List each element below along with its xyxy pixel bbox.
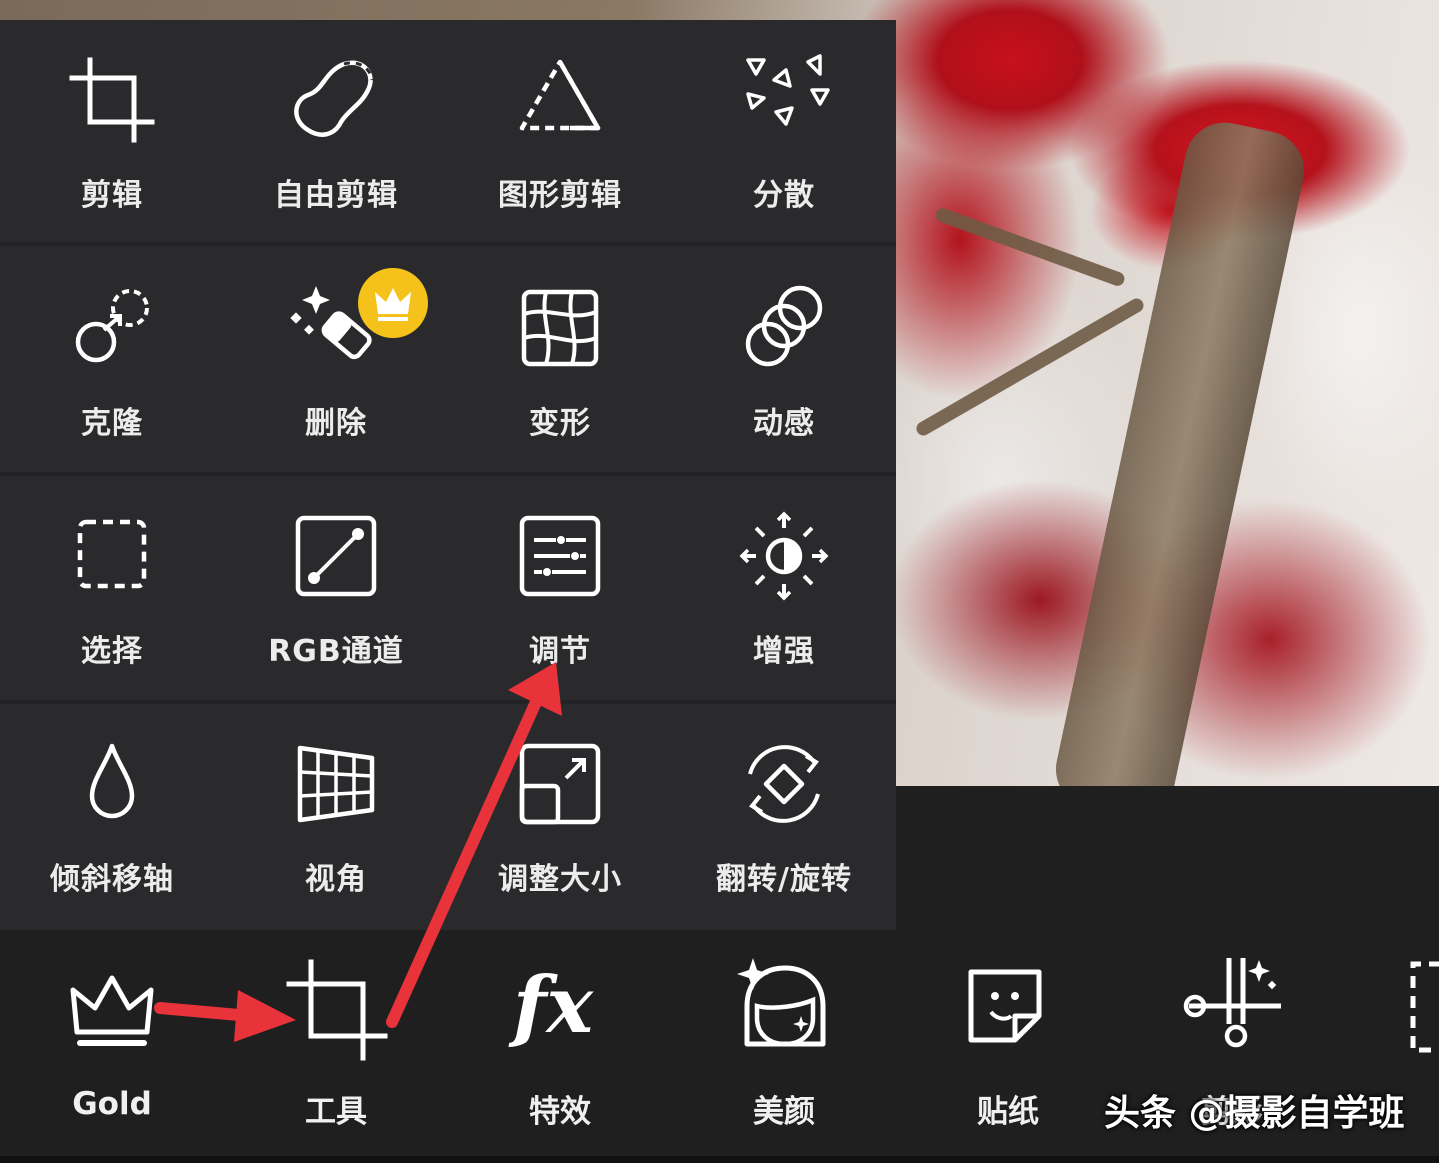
shape-crop-icon xyxy=(519,59,601,131)
tool-label: 自由剪辑 xyxy=(274,178,398,213)
nav-label: 美颜 xyxy=(753,1094,815,1130)
adjust-icon xyxy=(519,515,601,597)
tool-label: 图形剪辑 xyxy=(498,178,622,213)
tool-label: RGB通道 xyxy=(268,634,404,669)
tool-label: 删除 xyxy=(305,406,367,441)
tool-tilt-shift[interactable]: 倾斜移轴 xyxy=(0,704,224,928)
tools-row: 选择 RGB通道 调节 增强 xyxy=(0,476,896,700)
tool-motion[interactable]: 动感 xyxy=(672,248,896,472)
tools-row: 剪辑 自由剪辑 图形剪辑 分散 xyxy=(0,20,896,244)
nav-label: Gold xyxy=(72,1086,152,1122)
bottom-edge xyxy=(0,1156,1439,1163)
tool-enhance[interactable]: 增强 xyxy=(672,476,896,700)
sticker-icon xyxy=(968,969,1042,1043)
tree-trunk xyxy=(1048,115,1312,786)
row-divider xyxy=(0,242,896,246)
cutout-scissors-icon xyxy=(1183,958,1281,1048)
nav-label: 特效 xyxy=(529,1094,591,1130)
nav-sticker[interactable]: 贴纸 xyxy=(896,930,1120,1156)
tool-warp[interactable]: 变形 xyxy=(448,248,672,472)
canvas-margin xyxy=(896,786,1439,930)
tool-label: 动感 xyxy=(753,406,815,441)
tool-resize[interactable]: 调整大小 xyxy=(448,704,672,928)
partial-icon xyxy=(1410,961,1439,1053)
svg-text:fx: fx xyxy=(508,960,595,1051)
nav-label: 工具 xyxy=(305,1094,367,1130)
tool-perspective[interactable]: 视角 xyxy=(224,704,448,928)
tool-dispersion[interactable]: 分散 xyxy=(672,20,896,244)
perspective-icon xyxy=(297,745,375,823)
tool-rgb-channel[interactable]: RGB通道 xyxy=(224,476,448,700)
tool-crop[interactable]: 剪辑 xyxy=(0,20,224,244)
tools-row: 克隆 删除 变形 动感 xyxy=(0,248,896,472)
crown-icon xyxy=(375,288,411,321)
nav-effects[interactable]: fx 特效 xyxy=(448,930,672,1156)
tilt-shift-icon xyxy=(89,743,135,819)
enhance-icon xyxy=(739,511,829,601)
tool-label: 翻转/旋转 xyxy=(716,862,852,897)
tool-label: 克隆 xyxy=(81,406,143,441)
tool-label: 视角 xyxy=(305,862,367,897)
nav-tools[interactable]: 工具 xyxy=(224,930,448,1156)
tool-label: 调整大小 xyxy=(498,862,622,897)
tool-label: 增强 xyxy=(753,634,815,669)
motion-icon xyxy=(745,285,823,367)
tree-branch xyxy=(933,206,1127,288)
tool-label: 剪辑 xyxy=(81,178,143,213)
tool-free-crop[interactable]: 自由剪辑 xyxy=(224,20,448,244)
free-crop-icon xyxy=(294,60,374,137)
tool-label: 分散 xyxy=(753,178,815,213)
tool-select[interactable]: 选择 xyxy=(0,476,224,700)
tool-label: 倾斜移轴 xyxy=(50,862,174,897)
tool-label: 选择 xyxy=(81,634,143,669)
tools-panel: 剪辑 自由剪辑 图形剪辑 分散 克隆 删除 变形 动感 选择 RGB通道 调节 … xyxy=(0,20,896,930)
tools-row: 倾斜移轴 视角 调整大小 翻转/旋转 xyxy=(0,704,896,928)
nav-beautify[interactable]: 美颜 xyxy=(672,930,896,1156)
clone-icon xyxy=(75,289,149,363)
resize-icon xyxy=(519,743,601,825)
tool-label: 变形 xyxy=(529,406,591,441)
fx-icon: fx xyxy=(508,960,595,1051)
tool-clone[interactable]: 克隆 xyxy=(0,248,224,472)
watermark-text: 头条 @摄影自学班 xyxy=(1104,1093,1405,1134)
tool-label: 调节 xyxy=(529,634,591,669)
crown-icon xyxy=(70,975,154,1046)
nav-label: 贴纸 xyxy=(977,1094,1039,1130)
tool-shape-crop[interactable]: 图形剪辑 xyxy=(448,20,672,244)
rgb-channel-icon xyxy=(295,515,377,597)
dispersion-icon xyxy=(746,54,830,126)
tree-branch xyxy=(913,295,1147,439)
premium-crown-badge xyxy=(358,268,428,338)
warp-icon xyxy=(521,289,599,367)
crop-icon xyxy=(69,57,155,143)
nav-gold[interactable]: Gold xyxy=(0,930,224,1156)
beautify-face-icon xyxy=(737,958,826,1047)
select-icon xyxy=(77,519,147,589)
tool-flip-rotate[interactable]: 翻转/旋转 xyxy=(672,704,896,928)
tool-adjust[interactable]: 调节 xyxy=(448,476,672,700)
tools-crop-icon xyxy=(286,959,388,1061)
flip-rotate-icon xyxy=(748,745,820,823)
